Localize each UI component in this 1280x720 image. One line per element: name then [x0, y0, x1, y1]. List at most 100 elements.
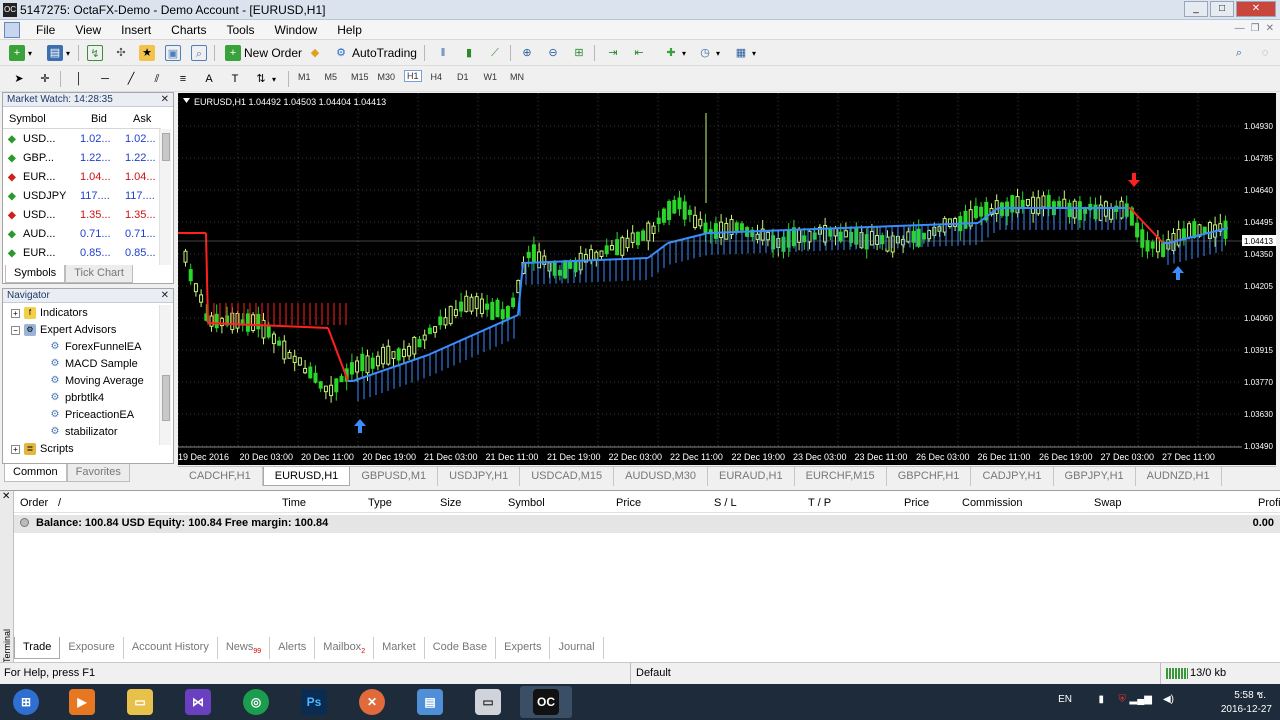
menu-window[interactable]: Window — [265, 23, 328, 37]
column-header[interactable]: S / L — [714, 497, 737, 509]
menu-tools[interactable]: Tools — [217, 23, 265, 37]
timeframe-h1[interactable]: H1 — [404, 70, 422, 82]
autoscroll-button[interactable]: ⇤ — [628, 44, 650, 62]
arrows-button[interactable]: ⇅ ▾ — [250, 70, 279, 88]
chart-tab[interactable]: GBPCHF,H1 — [887, 467, 972, 486]
column-header[interactable]: T / P — [808, 497, 831, 509]
chart-tab[interactable]: CADCHF,H1 — [178, 467, 263, 486]
mdi-restore-icon[interactable]: ❐ — [1251, 23, 1260, 34]
nav-ea-priceaction[interactable]: ⚙ PriceactionEA — [49, 409, 135, 421]
autotrading-button[interactable]: ⚙ AutoTrading — [330, 44, 420, 62]
market-watch-row[interactable]: ◆ USD... 1.35... 1.35... — [3, 206, 161, 225]
tab-tick-chart[interactable]: Tick Chart — [65, 265, 133, 283]
chat-button[interactable]: ◌ — [1254, 44, 1276, 62]
metaeditor-button[interactable]: ◆ — [304, 44, 326, 62]
tab-symbols[interactable]: Symbols — [5, 265, 66, 283]
nav-indicators[interactable]: + f Indicators — [11, 307, 88, 319]
timeframe-d1[interactable]: D1 — [457, 72, 469, 82]
taskbar-app[interactable]: ⋈ — [172, 686, 224, 718]
taskbar-app[interactable]: ▤ — [404, 686, 456, 718]
scroll-thumb[interactable] — [162, 133, 170, 161]
zoom-in-button[interactable]: ⊕ — [516, 44, 538, 62]
nav-ea-stabilizator[interactable]: ⚙ stabilizator — [49, 426, 118, 438]
profiles-button[interactable]: ▤ ▾ — [44, 44, 73, 62]
candlestick-button[interactable]: ▮ — [458, 44, 480, 62]
crosshair-button[interactable]: ✛ — [34, 70, 56, 88]
taskbar-app[interactable]: ▭ — [462, 686, 514, 718]
bar-chart-button[interactable]: ‖ — [432, 44, 454, 62]
column-header[interactable]: Commission — [962, 497, 1023, 509]
volume-icon[interactable]: ◀) — [1163, 694, 1174, 705]
menu-charts[interactable]: Charts — [161, 23, 216, 37]
column-header[interactable]: Size — [440, 497, 461, 509]
expand-icon[interactable]: + — [11, 444, 20, 454]
taskbar-app[interactable]: ▭ — [114, 686, 166, 718]
taskbar-app[interactable]: Ps — [288, 686, 340, 718]
taskbar-app[interactable]: ▶ — [56, 686, 108, 718]
column-header[interactable]: Swap — [1094, 497, 1122, 509]
cursor-button[interactable]: ➤ — [8, 70, 30, 88]
terminal-tab[interactable]: Account History — [124, 637, 218, 659]
terminal-button[interactable]: ▣ — [162, 44, 184, 62]
market-watch-row[interactable]: ◆ AUD... 0.71... 0.71... — [3, 225, 161, 244]
chart-shift-button[interactable]: ⇥ — [602, 44, 624, 62]
terminal-tab[interactable]: Journal — [550, 637, 604, 659]
periods-button[interactable]: ◷ ▾ — [694, 44, 723, 62]
start-button[interactable]: ⊞ — [0, 686, 52, 718]
scrollbar[interactable] — [159, 305, 171, 445]
clock-date[interactable]: 2016-12-27 — [1221, 704, 1272, 715]
nav-expert-advisors[interactable]: − ⚙ Expert Advisors — [11, 324, 116, 336]
column-bid[interactable]: Bid — [91, 113, 107, 125]
templates-button[interactable]: ▦ ▾ — [730, 44, 759, 62]
new-order-button[interactable]: + New Order — [222, 44, 305, 62]
timeframe-m15[interactable]: M15 — [351, 72, 369, 82]
language-indicator[interactable]: EN — [1058, 694, 1072, 705]
chart-tab[interactable]: USDJPY,H1 — [438, 467, 521, 486]
nav-scripts[interactable]: + ≣ Scripts — [11, 443, 74, 455]
price-chart[interactable]: EURUSD,H1 1.04492 1.04503 1.04404 1.0441… — [177, 93, 1242, 465]
nav-ea-forexfunnel[interactable]: ⚙ ForexFunnelEA — [49, 341, 142, 353]
chart-tab[interactable]: EURCHF,M15 — [795, 467, 887, 486]
tile-windows-button[interactable]: ⊞ — [568, 44, 590, 62]
terminal-tab[interactable]: News99 — [218, 637, 271, 659]
menu-file[interactable]: File — [26, 23, 65, 37]
mdi-minimize-icon[interactable]: — — [1235, 23, 1245, 34]
indicators-button[interactable]: ✚ ▾ — [660, 44, 689, 62]
menu-view[interactable]: View — [65, 23, 111, 37]
search-button[interactable]: ⌕ — [1228, 44, 1250, 62]
close-icon[interactable]: ✕ — [2, 491, 10, 502]
close-icon[interactable]: ✕ — [161, 93, 169, 106]
column-header[interactable]: Type — [368, 497, 392, 509]
strategy-tester-button[interactable]: ⌕ — [188, 44, 210, 62]
horizontal-line-button[interactable]: ─ — [94, 70, 116, 88]
balance-row[interactable]: Balance: 100.84 USD Equity: 100.84 Free … — [14, 515, 1280, 533]
taskbar-app[interactable]: ✕ — [346, 686, 398, 718]
tab-common[interactable]: Common — [4, 464, 67, 482]
market-watch-button[interactable]: ↯ — [84, 44, 106, 62]
chart-window-icon[interactable] — [4, 22, 20, 38]
expand-icon[interactable]: + — [11, 308, 20, 318]
menu-help[interactable]: Help — [327, 23, 372, 37]
minimize-button[interactable]: _ — [1184, 1, 1208, 17]
text-button[interactable]: A — [198, 70, 220, 88]
close-icon[interactable]: ✕ — [161, 289, 169, 302]
trendline-button[interactable]: ╱ — [120, 70, 142, 88]
clock-time[interactable]: 5:58 ช. — [1234, 688, 1266, 703]
collapse-icon[interactable]: − — [11, 325, 20, 335]
market-watch-row[interactable]: ◆ EUR... 0.85... 0.85... — [3, 244, 161, 263]
market-watch-row[interactable]: ◆ USDJPY 117.... 117.... — [3, 187, 161, 206]
security-icon[interactable]: ⛨ — [1119, 694, 1127, 705]
chart-tab[interactable]: USDCAD,M15 — [520, 467, 615, 486]
market-watch-row[interactable]: ◆ EUR... 1.04... 1.04... — [3, 168, 161, 187]
tab-favorites[interactable]: Favorites — [66, 464, 130, 482]
data-window-button[interactable]: ✣ — [110, 44, 132, 62]
new-chart-button[interactable]: + ▾ — [6, 44, 35, 62]
column-symbol[interactable]: Symbol — [9, 113, 46, 125]
vertical-line-button[interactable]: │ — [68, 70, 90, 88]
market-watch-row[interactable]: ◆ USD... 1.02... 1.02... — [3, 130, 161, 149]
chart-tab[interactable]: AUDNZD,H1 — [1136, 467, 1222, 486]
taskbar-app-active[interactable]: OC — [520, 686, 572, 718]
timeframe-m1[interactable]: M1 — [298, 72, 311, 82]
column-header[interactable]: Order — [20, 497, 48, 509]
column-header[interactable]: / — [58, 497, 61, 509]
